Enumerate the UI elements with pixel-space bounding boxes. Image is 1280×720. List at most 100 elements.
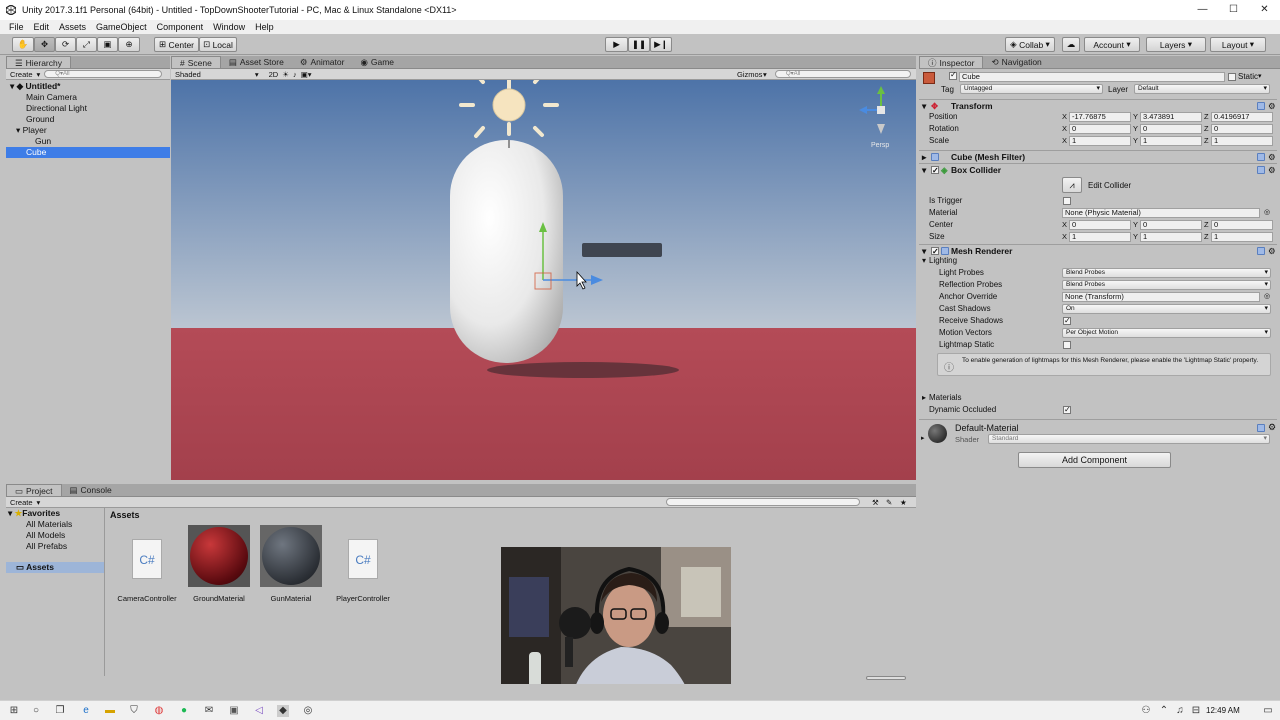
rotate-tool-icon[interactable]: ⟳ [55, 37, 76, 52]
lighting-toggle-icon[interactable]: ☀ [282, 70, 289, 79]
fav-all-prefabs[interactable]: All Prefabs [6, 541, 104, 552]
collider-material-field[interactable]: None (Physic Material) [1062, 208, 1260, 218]
move-tool-icon[interactable]: ✥ [34, 37, 55, 52]
asset-player-controller[interactable]: C# PlayerController [327, 525, 399, 603]
hierarchy-item-player[interactable]: ▾ Player [6, 125, 170, 136]
size-y-field[interactable]: 1 [1140, 232, 1202, 242]
edge-browser-icon[interactable]: e [80, 705, 92, 717]
rotation-y-field[interactable]: 0 [1140, 124, 1202, 134]
position-z-field[interactable]: 0.4196917 [1211, 112, 1273, 122]
gear-icon[interactable]: ⚙ [1268, 164, 1276, 177]
cast-shadows-dropdown[interactable]: On [1062, 304, 1271, 314]
obs-icon[interactable]: ◎ [302, 705, 314, 717]
hierarchy-item-directional-light[interactable]: Directional Light [6, 103, 170, 114]
project-search-input[interactable] [666, 498, 860, 506]
hierarchy-item-gun[interactable]: Gun [6, 136, 170, 147]
center-y-field[interactable]: 0 [1140, 220, 1202, 230]
tab-inspector[interactable]: ⓘ Inspector [919, 56, 984, 68]
scale-tool-icon[interactable]: ⤢ [76, 37, 97, 52]
layout-dropdown[interactable]: Layout ▾ [1210, 37, 1266, 52]
edit-collider-button[interactable]: ⩘ [1062, 177, 1082, 193]
mesh-filter-header[interactable]: ▸ Cube (Mesh Filter) ⚙ [919, 150, 1277, 163]
hierarchy-item-cube[interactable]: Cube [6, 147, 170, 158]
position-x-field[interactable]: -17.76875 [1069, 112, 1131, 122]
active-checkbox[interactable] [949, 70, 957, 80]
lightmap-static-checkbox[interactable] [1063, 341, 1071, 349]
reflection-probes-dropdown[interactable]: Blend Probes [1062, 280, 1271, 290]
motion-vectors-dropdown[interactable]: Per Object Motion [1062, 328, 1271, 338]
icon-size-slider[interactable] [866, 676, 906, 680]
2d-toggle[interactable]: 2D [269, 70, 279, 79]
box-collider-header[interactable]: ▾ ◈ Box Collider ⚙ [919, 163, 1277, 177]
shading-mode-dropdown[interactable]: Shaded [175, 70, 201, 79]
pivot-center-button[interactable]: ⊞ Center [154, 37, 199, 52]
file-explorer-icon[interactable]: ▬ [104, 705, 116, 717]
rect-tool-icon[interactable]: ▣ [97, 37, 118, 52]
tab-asset-store[interactable]: ▤ Asset Store [221, 56, 292, 68]
scene-root[interactable]: ▾ ◆ Untitled* [6, 81, 170, 92]
size-x-field[interactable]: 1 [1069, 232, 1131, 242]
object-name-field[interactable]: Cube [959, 72, 1225, 82]
add-component-button[interactable]: Add Component [1018, 452, 1171, 468]
collab-dropdown[interactable]: ◈ Collab ▾ [1005, 37, 1055, 52]
hand-tool-icon[interactable]: ✋ [12, 37, 34, 52]
pause-button[interactable]: ❚❚ [628, 37, 650, 52]
scale-z-field[interactable]: 1 [1211, 136, 1273, 146]
account-dropdown[interactable]: Account ▾ [1084, 37, 1140, 52]
hierarchy-search-input[interactable]: Q▾All [44, 70, 163, 78]
tab-console[interactable]: ▤ Console [62, 484, 120, 496]
notifications-icon[interactable]: ▭ [1262, 705, 1274, 717]
assets-folder[interactable]: ▭ Assets [6, 562, 104, 573]
tab-project[interactable]: ▭ Project [6, 484, 62, 496]
menu-gameobject[interactable]: GameObject [96, 22, 147, 32]
anchor-override-field[interactable]: None (Transform) [1062, 292, 1260, 302]
tab-animator[interactable]: ⚙ Animator [292, 56, 353, 68]
minimize-icon[interactable]: — [1187, 0, 1218, 20]
filter-type-icon[interactable]: ⚒ [872, 498, 879, 507]
unity-taskbar-icon[interactable]: ◆ [277, 705, 289, 717]
help-book-icon[interactable] [1257, 166, 1265, 174]
mail-icon[interactable]: ✉ [203, 705, 215, 717]
search-icon[interactable]: ○ [30, 705, 42, 717]
menu-assets[interactable]: Assets [59, 22, 86, 32]
tab-hierarchy[interactable]: ☰ Hierarchy [6, 56, 71, 68]
menu-file[interactable]: File [9, 22, 24, 32]
windows-start-icon[interactable]: ⊞ [8, 705, 20, 717]
object-picker-icon[interactable]: ◎ [1264, 291, 1270, 303]
hierarchy-create-button[interactable]: Create [10, 70, 33, 79]
tab-scene[interactable]: # Scene [171, 56, 221, 68]
spotify-icon[interactable]: ● [178, 705, 190, 717]
people-icon[interactable]: ⚇ [1140, 705, 1152, 717]
tray-expand-icon[interactable]: ⌃ [1158, 705, 1170, 717]
help-book-icon[interactable] [1257, 247, 1265, 255]
layers-dropdown[interactable]: Layers ▾ [1146, 37, 1206, 52]
persp-label[interactable]: Persp [871, 142, 889, 149]
maximize-icon[interactable]: ☐ [1218, 0, 1249, 20]
static-checkbox[interactable] [1228, 73, 1236, 81]
dynamic-occluded-checkbox[interactable] [1063, 404, 1071, 416]
asset-camera-controller[interactable]: C# CameraController [111, 525, 183, 603]
tab-game[interactable]: ◉ Game [352, 56, 402, 68]
hierarchy-item-main-camera[interactable]: Main Camera [6, 92, 170, 103]
project-create-button[interactable]: Create [10, 498, 33, 507]
menu-edit[interactable]: Edit [34, 22, 50, 32]
help-book-icon[interactable] [1257, 102, 1265, 110]
task-view-icon[interactable]: ❐ [54, 705, 66, 717]
size-z-field[interactable]: 1 [1211, 232, 1273, 242]
hierarchy-item-ground[interactable]: Ground [6, 114, 170, 125]
light-probes-dropdown[interactable]: Blend Probes [1062, 268, 1271, 278]
layer-dropdown[interactable]: Default [1134, 84, 1270, 94]
audio-toggle-icon[interactable]: ♪ [293, 70, 297, 79]
close-icon[interactable]: ✕ [1249, 0, 1280, 20]
fav-all-materials[interactable]: All Materials [6, 519, 104, 530]
is-trigger-checkbox[interactable] [1063, 197, 1071, 205]
scene-viewport[interactable]: Persp [171, 80, 916, 480]
lighting-foldout[interactable]: ▾ Lighting [919, 255, 1277, 267]
box-collider-enabled-checkbox[interactable] [931, 164, 939, 177]
cloud-button[interactable]: ☁ [1062, 37, 1080, 52]
shader-dropdown[interactable]: Standard [988, 434, 1270, 444]
expand-arrow-icon[interactable]: ▾ [16, 125, 23, 135]
tag-dropdown[interactable]: Untagged [960, 84, 1103, 94]
scale-y-field[interactable]: 1 [1140, 136, 1202, 146]
center-z-field[interactable]: 0 [1211, 220, 1273, 230]
